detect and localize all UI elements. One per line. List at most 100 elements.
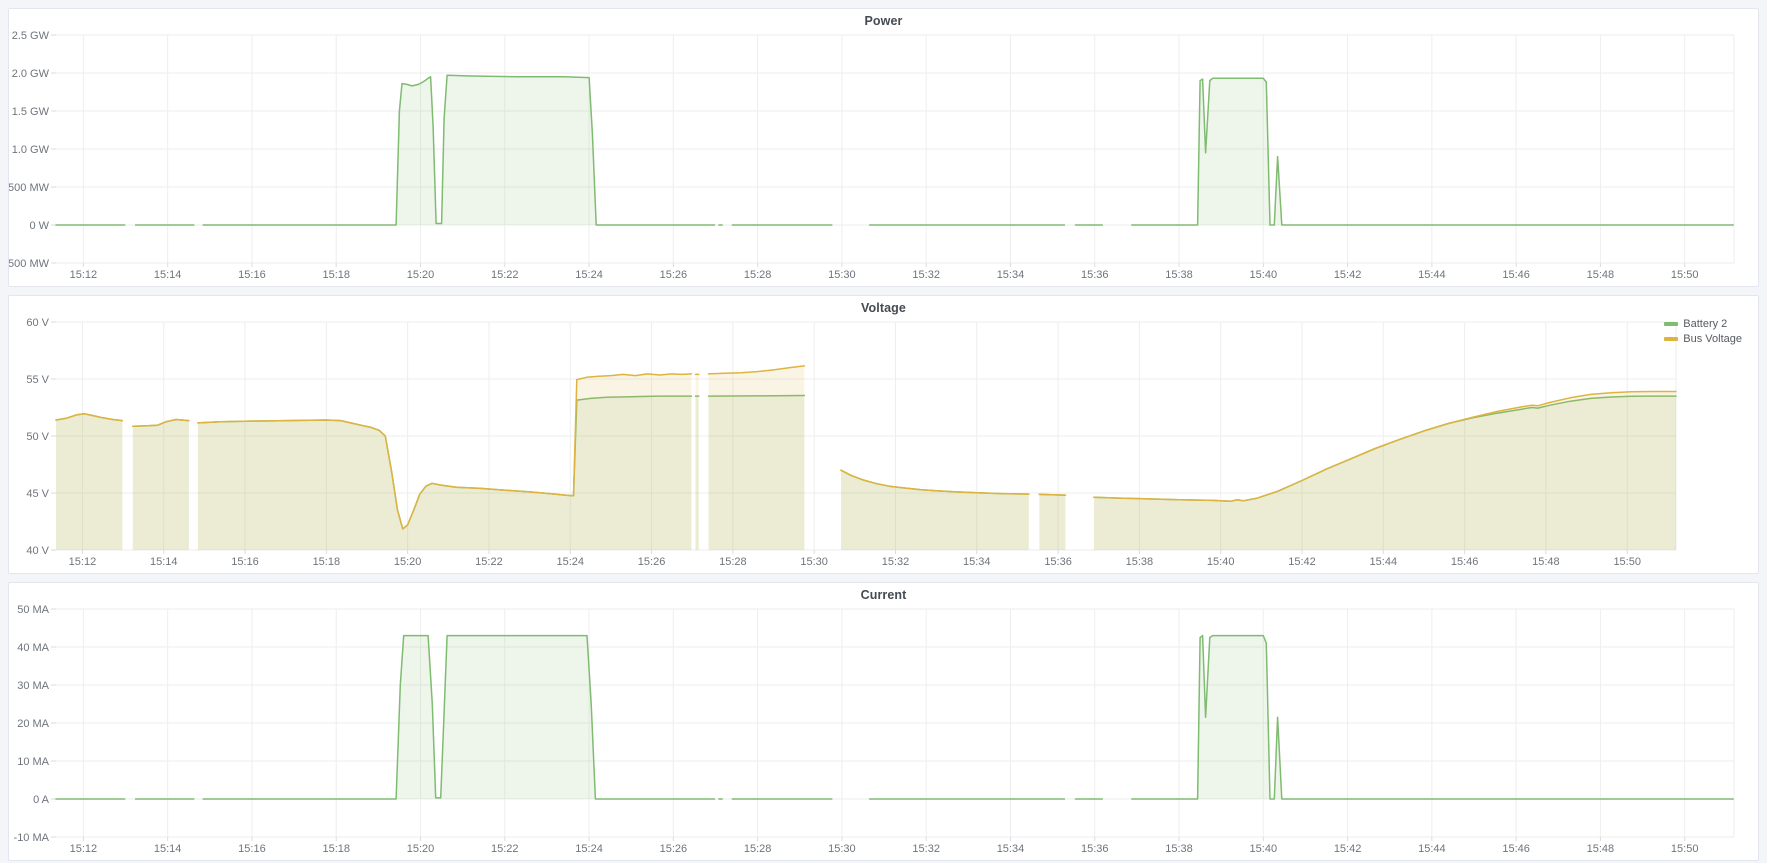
current-chart-canvas[interactable]: 50 MA40 MA30 MA20 MA10 MA0 A-10 MA15:121… (9, 583, 1758, 860)
x-axis-label: 15:18 (322, 843, 350, 855)
x-axis-label: 15:12 (70, 843, 98, 855)
x-axis-label: 15:34 (963, 556, 991, 568)
x-axis-label: 15:12 (69, 556, 97, 568)
x-axis-label: 15:46 (1502, 843, 1530, 855)
x-axis-label: 15:26 (660, 843, 688, 855)
x-axis-label: 15:44 (1370, 556, 1398, 568)
x-axis-label: 15:30 (828, 843, 856, 855)
y-axis-label: 60 V (26, 317, 49, 329)
dashboard: Power 2.5 GW2.0 GW1.5 GW1.0 GW500 MW0 W-… (0, 0, 1767, 861)
x-axis-label: 15:40 (1250, 269, 1278, 281)
panel-title-current[interactable]: Current (9, 588, 1758, 602)
x-axis-label: 15:50 (1613, 556, 1641, 568)
y-axis-label: 40 V (26, 545, 49, 557)
legend: Battery 2 Bus Voltage (1664, 318, 1742, 345)
x-axis-label: 15:24 (575, 269, 603, 281)
x-axis-label: 15:18 (313, 556, 341, 568)
bus-voltage-area (1039, 494, 1065, 550)
x-axis-label: 15:32 (912, 843, 940, 855)
y-axis-label: 500 MW (9, 182, 50, 194)
x-axis-label: 15:38 (1165, 843, 1193, 855)
x-axis-label: 15:36 (1081, 269, 1109, 281)
x-axis-label: 15:40 (1250, 843, 1278, 855)
legend-label: Bus Voltage (1683, 333, 1742, 345)
legend-item-battery-2[interactable]: Battery 2 (1664, 318, 1742, 330)
x-axis-label: 15:14 (154, 269, 182, 281)
current-area (203, 636, 714, 799)
x-axis-label: 15:48 (1587, 269, 1615, 281)
x-axis-label: 15:36 (1044, 556, 1072, 568)
y-axis-label: 50 V (26, 431, 49, 443)
bus-voltage-area (709, 366, 805, 550)
y-axis-label: 30 MA (17, 680, 49, 692)
y-axis-label: -500 MW (9, 258, 50, 270)
x-axis-label: 15:14 (154, 843, 182, 855)
x-axis-label: 15:14 (150, 556, 178, 568)
y-axis-label: 2.0 GW (12, 68, 50, 80)
bus-voltage-line[interactable] (1039, 494, 1065, 495)
y-axis-label: 45 V (26, 488, 49, 500)
x-axis-label: 15:46 (1451, 556, 1479, 568)
x-axis-label: 15:20 (407, 843, 435, 855)
x-axis-label: 15:28 (719, 556, 747, 568)
x-axis-label: 15:20 (394, 556, 422, 568)
x-axis-label: 15:34 (997, 843, 1025, 855)
x-axis-label: 15:26 (660, 269, 688, 281)
y-axis-label: 0 A (33, 794, 50, 806)
x-axis-label: 15:20 (407, 269, 435, 281)
x-axis-label: 15:48 (1532, 556, 1560, 568)
x-axis-label: 15:44 (1418, 269, 1446, 281)
panel-title-power[interactable]: Power (9, 14, 1758, 28)
y-axis-label: 1.0 GW (12, 144, 50, 156)
bus-voltage-area (1094, 392, 1676, 551)
y-axis-label: 20 MA (17, 718, 49, 730)
x-axis-label: 15:42 (1334, 269, 1362, 281)
panel-title-voltage[interactable]: Voltage (9, 301, 1758, 315)
voltage-plot[interactable]: 60 V 55 V 50 V 45 V 40 V 15:12 15:14 15:16 15:18… (9, 296, 1758, 573)
x-axis-label: 15:22 (491, 843, 519, 855)
power-area (1132, 78, 1733, 225)
legend-item-bus-voltage[interactable]: Bus Voltage (1664, 333, 1742, 345)
panel-voltage: Voltage 60 V 55 V 50 V 45 V 40 V 15:12 15:14 15… (8, 295, 1759, 574)
y-axis-label: 55 V (26, 374, 49, 386)
power-area (203, 75, 714, 225)
x-axis-label: 15:32 (882, 556, 910, 568)
x-axis-label: 15:48 (1587, 843, 1615, 855)
y-axis-label: 50 MA (17, 604, 49, 616)
x-axis-label: 15:12 (70, 269, 98, 281)
legend-swatch-icon (1664, 337, 1678, 341)
x-axis-label: 15:30 (828, 269, 856, 281)
x-axis-label: 15:30 (800, 556, 828, 568)
current-plot[interactable]: 50 MA40 MA30 MA20 MA10 MA0 A-10 MA15:121… (9, 583, 1758, 860)
x-axis-label: 15:16 (231, 556, 259, 568)
y-axis-label: 40 MA (17, 642, 49, 654)
panel-power: Power 2.5 GW2.0 GW1.5 GW1.0 GW500 MW0 W-… (8, 8, 1759, 287)
x-axis-label: 15:44 (1418, 843, 1446, 855)
x-axis-label: 15:50 (1671, 269, 1699, 281)
x-axis-label: 15:16 (238, 843, 266, 855)
x-axis-label: 15:18 (322, 269, 350, 281)
current-area (1132, 636, 1733, 799)
x-axis-label: 15:28 (744, 269, 772, 281)
voltage-chart-canvas[interactable]: 60 V 55 V 50 V 45 V 40 V 15:12 15:14 15:16 15:18… (9, 296, 1758, 573)
y-axis-label: -10 MA (14, 832, 50, 844)
bus-voltage-area (56, 414, 122, 550)
y-axis-label: 1.5 GW (12, 106, 50, 118)
legend-label: Battery 2 (1683, 318, 1727, 330)
x-axis-label: 15:22 (491, 269, 519, 281)
x-axis-label: 15:50 (1671, 843, 1699, 855)
power-chart-canvas[interactable]: 2.5 GW2.0 GW1.5 GW1.0 GW500 MW0 W-500 MW… (9, 9, 1758, 286)
power-plot[interactable]: 2.5 GW2.0 GW1.5 GW1.0 GW500 MW0 W-500 MW… (9, 9, 1758, 286)
x-axis-label: 15:24 (556, 556, 584, 568)
x-axis-label: 15:22 (475, 556, 503, 568)
x-axis-label: 15:38 (1165, 269, 1193, 281)
bus-voltage-area (198, 374, 692, 550)
bus-voltage-area (696, 374, 699, 550)
bus-voltage-area (133, 420, 189, 551)
x-axis-label: 15:38 (1126, 556, 1154, 568)
x-axis-label: 15:42 (1334, 843, 1362, 855)
x-axis-label: 15:34 (997, 269, 1025, 281)
y-axis-label: 2.5 GW (12, 30, 50, 42)
x-axis-label: 15:40 (1207, 556, 1235, 568)
x-axis-label: 15:42 (1288, 556, 1316, 568)
